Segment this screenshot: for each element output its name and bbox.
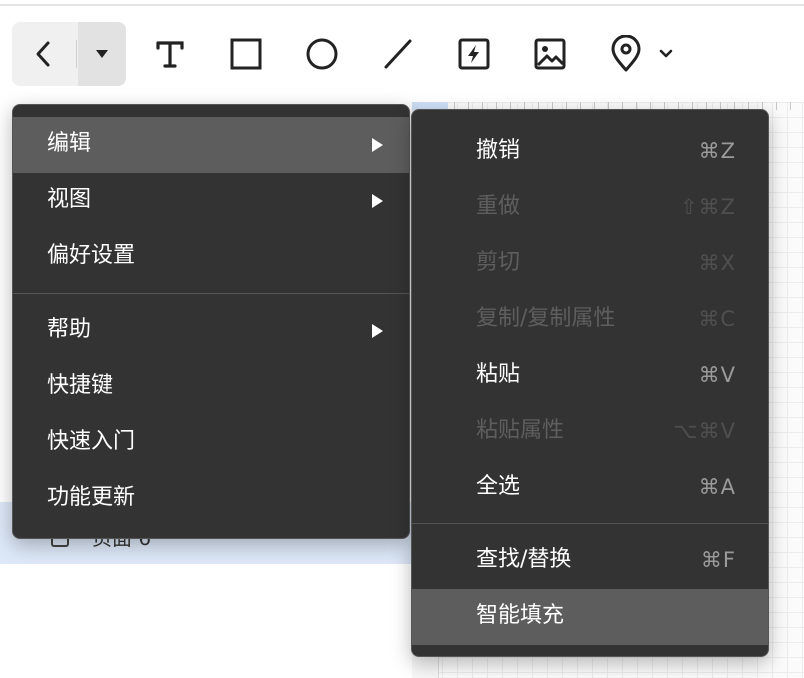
submenu-arrow-icon	[372, 194, 383, 208]
nav-group	[12, 22, 126, 86]
ellipse-tool-icon	[306, 38, 338, 70]
menu-item-label: 编辑	[47, 131, 92, 156]
menu-item-find-replace[interactable]: 查找/替换 ⌘F	[412, 533, 768, 589]
menu-item-redo[interactable]: 重做 ⇧⌘Z	[412, 180, 768, 236]
line-tool-icon	[384, 39, 412, 69]
menu-item-label: 粘贴	[476, 362, 521, 387]
image-tool-button[interactable]	[528, 32, 572, 76]
flash-tool-button[interactable]	[452, 32, 496, 76]
menu-item-label: 帮助	[47, 317, 92, 342]
menu-item-paste-style[interactable]: 粘贴属性 ⌥⌘V	[412, 404, 768, 460]
menu-separator	[13, 293, 409, 294]
menu-item-label: 查找/替换	[476, 547, 572, 572]
menu-item-label: 剪切	[476, 250, 521, 275]
edit-submenu: 撤销 ⌘Z 重做 ⇧⌘Z 剪切 ⌘X 复制/复制属性 ⌘C 粘贴 ⌘V 粘贴属性…	[411, 109, 769, 657]
menu-dropdown-button[interactable]	[78, 22, 126, 86]
menu-item-label: 撤销	[476, 138, 521, 163]
shortcut-label: ⌥⌘V	[673, 419, 736, 443]
ellipse-tool-button[interactable]	[300, 32, 344, 76]
menu-item-preferences[interactable]: 偏好设置	[13, 229, 409, 285]
menu-item-label: 复制/复制属性	[476, 306, 616, 331]
flash-tool-icon	[458, 38, 490, 70]
menu-item-view[interactable]: 视图	[13, 173, 409, 229]
text-tool-icon	[156, 41, 184, 68]
location-tool-button[interactable]	[604, 32, 648, 76]
submenu-arrow-icon	[372, 324, 383, 338]
shortcut-label: ⌘V	[698, 363, 736, 387]
back-icon	[36, 41, 50, 67]
menu-item-label: 粘贴属性	[476, 418, 565, 443]
menu-separator	[412, 523, 768, 524]
chevron-down-icon	[96, 50, 108, 58]
menu-item-whats-new[interactable]: 功能更新	[13, 471, 409, 527]
rectangle-tool-icon	[230, 38, 262, 70]
shortcut-label: ⇧⌘Z	[680, 195, 736, 219]
shortcut-label: ⌘A	[698, 475, 736, 499]
menu-item-label: 重做	[476, 194, 521, 219]
main-menu: 编辑 视图 偏好设置 帮助 快捷键 快速入门 功能更新	[12, 104, 410, 539]
back-button[interactable]	[12, 22, 76, 86]
menu-item-edit[interactable]: 编辑	[13, 117, 409, 173]
text-tool-button[interactable]	[148, 32, 192, 76]
more-chevron-icon	[659, 49, 673, 58]
nav-divider	[76, 40, 77, 68]
shortcut-label: ⌘X	[698, 251, 736, 275]
menu-item-label: 视图	[47, 187, 92, 212]
toolbar	[0, 6, 804, 102]
menu-item-label: 智能填充	[476, 603, 565, 628]
menu-item-undo[interactable]: 撤销 ⌘Z	[412, 124, 768, 180]
menu-item-label: 全选	[476, 474, 521, 499]
menu-item-copy[interactable]: 复制/复制属性 ⌘C	[412, 292, 768, 348]
menu-item-smart-fill[interactable]: 智能填充	[412, 589, 768, 645]
menu-item-select-all[interactable]: 全选 ⌘A	[412, 460, 768, 516]
image-tool-icon	[534, 38, 566, 70]
menu-item-cut[interactable]: 剪切 ⌘X	[412, 236, 768, 292]
location-pin-icon	[611, 35, 641, 72]
shortcut-label: ⌘F	[700, 548, 736, 572]
menu-item-paste[interactable]: 粘贴 ⌘V	[412, 348, 768, 404]
line-tool-button[interactable]	[376, 32, 420, 76]
menu-item-label: 偏好设置	[47, 243, 136, 268]
menu-item-quick-start[interactable]: 快速入门	[13, 415, 409, 471]
more-tools-button[interactable]	[648, 32, 684, 76]
shortcut-label: ⌘Z	[698, 139, 736, 163]
menu-item-label: 快捷键	[47, 373, 114, 398]
shortcut-label: ⌘C	[698, 307, 736, 331]
menu-item-help[interactable]: 帮助	[13, 303, 409, 359]
menu-item-label: 快速入门	[47, 429, 136, 454]
menu-item-shortcuts[interactable]: 快捷键	[13, 359, 409, 415]
menu-item-label: 功能更新	[47, 485, 136, 510]
rectangle-tool-button[interactable]	[224, 32, 268, 76]
submenu-arrow-icon	[372, 138, 383, 152]
